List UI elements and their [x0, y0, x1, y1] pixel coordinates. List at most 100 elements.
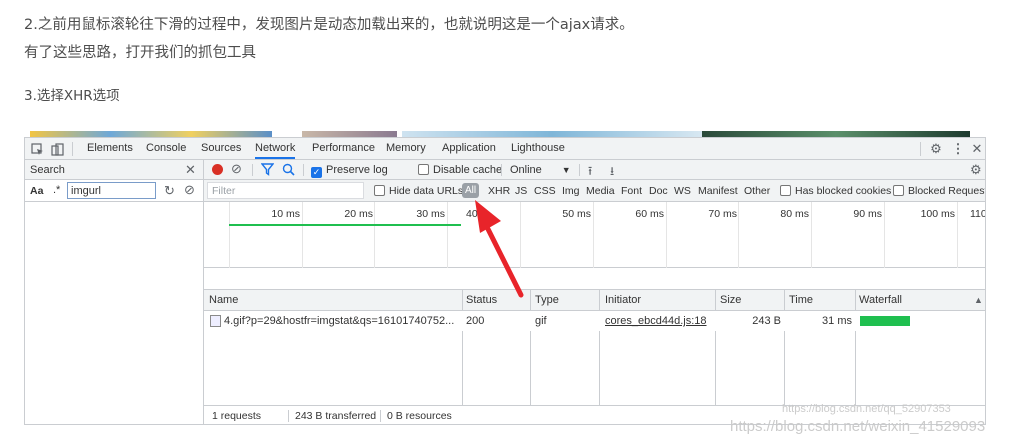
overview-tick-label: 70 ms	[708, 208, 737, 220]
tabbar-separator-right	[920, 142, 921, 156]
search-pane: Search ✕ Aa .* imgurl ↻ ⊘	[25, 160, 204, 424]
blocked-requests-label: Blocked Requests	[908, 185, 986, 197]
tab-elements[interactable]: Elements	[87, 138, 133, 159]
close-devtools-icon[interactable]: ✕	[969, 141, 985, 157]
search-pane-title: Search	[30, 164, 65, 176]
request-count: 1 requests	[212, 410, 262, 422]
filter-type-manifest[interactable]: Manifest	[698, 185, 738, 197]
column-header-name[interactable]: Name	[209, 290, 238, 311]
refresh-search-icon[interactable]: ↻	[164, 183, 175, 199]
network-toolbar: ⊘ ✓ Preserve log Disable cache Online ▼ ⭱ …	[204, 160, 985, 180]
hide-data-urls-check-icon	[374, 185, 385, 196]
search-query-value: imgurl	[71, 185, 101, 197]
overview-gridline	[666, 202, 667, 268]
record-icon[interactable]	[212, 164, 223, 175]
preserve-log-checkbox[interactable]: ✓ Preserve log	[311, 164, 388, 178]
overview-gridline	[884, 202, 885, 268]
overview-gridline	[302, 202, 303, 268]
overview-tick-label: 20 ms	[344, 208, 373, 220]
blocked-requests-check-icon	[893, 185, 904, 196]
search-query-row: Aa .* imgurl ↻ ⊘	[25, 180, 203, 202]
has-blocked-cookies-checkbox[interactable]: Has blocked cookies	[780, 185, 891, 197]
transferred-size: 243 B transferred	[295, 410, 377, 422]
overview-gridline	[593, 202, 594, 268]
filter-type-media[interactable]: Media	[586, 185, 615, 197]
network-panel: ⊘ ✓ Preserve log Disable cache Online ▼ ⭱ …	[204, 160, 986, 424]
tab-console[interactable]: Console	[146, 138, 186, 159]
overview-load-bar	[229, 224, 461, 226]
tab-performance[interactable]: Performance	[312, 138, 375, 159]
settings-gear-icon[interactable]: ⚙	[928, 141, 944, 157]
filter-type-font[interactable]: Font	[621, 185, 642, 197]
status-separator	[288, 410, 289, 422]
request-size: 243 B	[752, 315, 781, 327]
request-time: 31 ms	[822, 315, 852, 327]
overview-tick-label: 100 ms	[920, 208, 955, 220]
filter-type-other[interactable]: Other	[744, 185, 770, 197]
request-name: 4.gif?p=29&hostfr=imgstat&qs=16101740752…	[224, 315, 455, 327]
resources-size: 0 B resources	[387, 410, 452, 422]
column-separator	[599, 290, 600, 311]
devtools-tabbar: Elements Console Sources Network Perform…	[25, 138, 985, 160]
preserve-log-check-icon: ✓	[311, 167, 322, 178]
column-separator	[715, 290, 716, 311]
search-query-input[interactable]: imgurl	[67, 182, 156, 199]
tabbar-separator	[72, 142, 73, 156]
waterfall-bar	[860, 316, 910, 326]
close-search-icon[interactable]: ✕	[185, 162, 196, 178]
column-header-type[interactable]: Type	[535, 290, 559, 311]
request-initiator-link[interactable]: cores_ebcd44d.js:18	[605, 311, 707, 331]
clear-search-icon[interactable]: ⊘	[184, 182, 195, 198]
search-pane-header: Search ✕	[25, 160, 203, 180]
clear-log-icon[interactable]: ⊘	[231, 161, 242, 177]
annotation-arrow	[475, 200, 524, 298]
network-settings-gear-icon[interactable]: ⚙	[970, 162, 982, 178]
column-header-waterfall[interactable]: Waterfall	[859, 290, 902, 311]
overview-gridline	[957, 202, 958, 268]
inspect-element-icon[interactable]	[29, 141, 45, 157]
column-header-size[interactable]: Size	[720, 290, 741, 311]
column-header-time[interactable]: Time	[789, 290, 813, 311]
disable-cache-checkbox[interactable]: Disable cache	[418, 164, 502, 176]
toolbar-separator	[579, 164, 580, 176]
disable-cache-label: Disable cache	[433, 164, 503, 176]
overview-gridline	[374, 202, 375, 268]
toolbar-separator	[252, 164, 253, 176]
blocked-requests-checkbox[interactable]: Blocked Requests	[893, 185, 986, 197]
regex-button[interactable]: .*	[53, 184, 60, 196]
throttling-select[interactable]: Online ▼	[510, 164, 571, 176]
match-case-button[interactable]: Aa	[30, 185, 43, 197]
article-paragraph-2: 有了这些思路，打开我们的抓包工具	[24, 45, 256, 61]
tab-memory[interactable]: Memory	[386, 138, 426, 159]
timeline-overview[interactable]: 10 ms 20 ms 30 ms 40 50 ms 60 ms 70 ms 8…	[204, 202, 985, 268]
article-paragraph-1: 2.之前用鼠标滚轮往下滑的过程中，发现图片是动态加载出来的，也就说明这是一个aj…	[24, 17, 634, 33]
throttling-value: Online	[510, 164, 542, 176]
filter-type-ws[interactable]: WS	[674, 185, 691, 197]
tab-application[interactable]: Application	[442, 138, 496, 159]
filter-funnel-icon[interactable]	[260, 163, 275, 179]
filter-type-img[interactable]: Img	[562, 185, 580, 197]
status-separator	[380, 410, 381, 422]
has-blocked-cookies-label: Has blocked cookies	[795, 185, 892, 197]
tab-lighthouse[interactable]: Lighthouse	[511, 138, 565, 159]
tab-sources[interactable]: Sources	[201, 138, 241, 159]
overview-gridline	[811, 202, 812, 268]
filter-bar: Filter Hide data URLs All XHR JS CSS Img…	[204, 180, 986, 202]
sort-ascending-icon[interactable]: ▲	[974, 295, 983, 305]
hide-data-urls-checkbox[interactable]: Hide data URLs	[374, 185, 463, 197]
filter-input[interactable]: Filter	[207, 182, 364, 199]
filter-type-css[interactable]: CSS	[534, 185, 556, 197]
more-menu-icon[interactable]: ⋮	[950, 141, 966, 157]
preserve-log-label: Preserve log	[326, 164, 388, 176]
device-toolbar-icon[interactable]	[49, 141, 65, 157]
requests-table-header: Name Status Type Initiator Size Time Wat…	[204, 289, 985, 311]
overview-tick-label: 90 ms	[853, 208, 882, 220]
column-header-initiator[interactable]: Initiator	[605, 290, 641, 311]
search-icon[interactable]	[282, 163, 295, 179]
column-separator	[462, 290, 463, 311]
table-row[interactable]: 4.gif?p=29&hostfr=imgstat&qs=16101740752…	[204, 311, 985, 331]
watermark-inner: https://blog.csdn.net/qq_52907353	[782, 403, 951, 415]
tab-network[interactable]: Network	[255, 138, 296, 159]
column-separator	[784, 290, 785, 311]
filter-type-doc[interactable]: Doc	[649, 185, 668, 197]
